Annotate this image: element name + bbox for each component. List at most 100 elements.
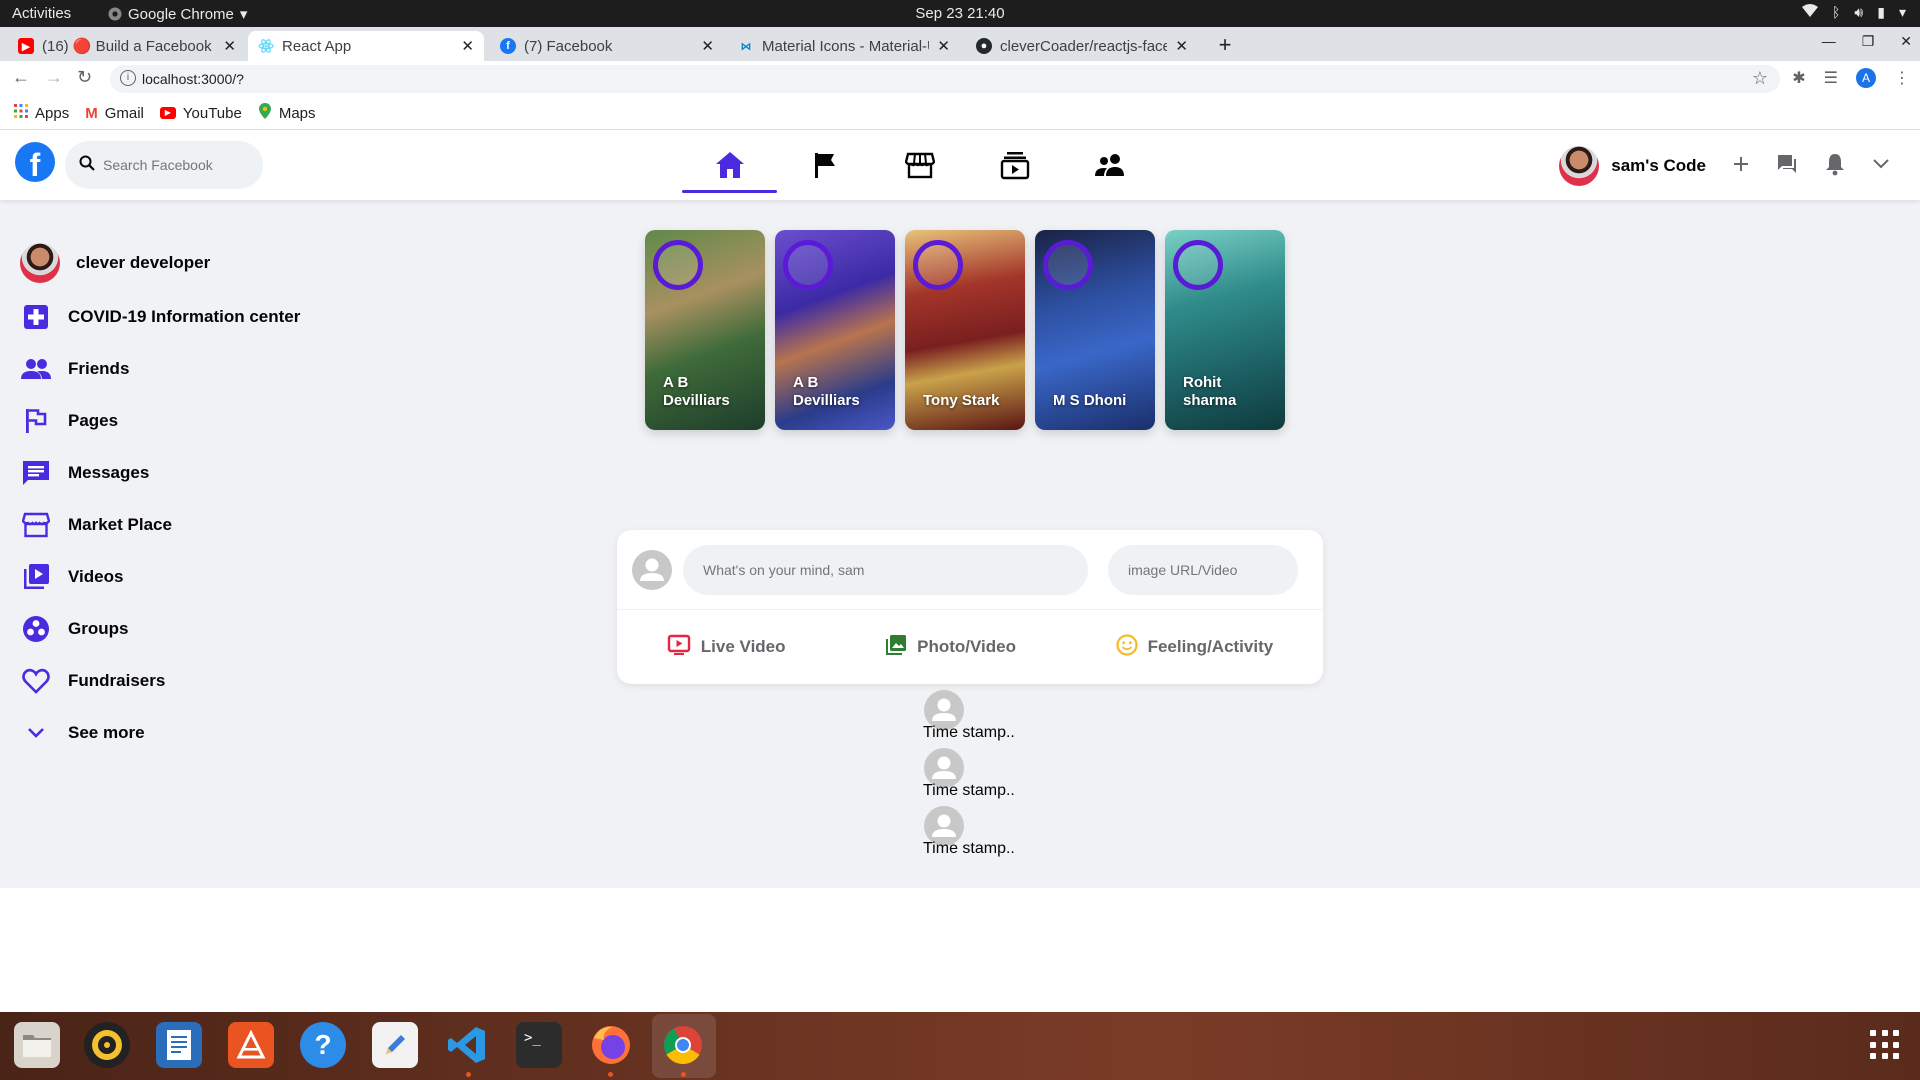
running-indicator [466, 1072, 471, 1077]
story-card[interactable]: A B Devilliars [775, 230, 895, 430]
bookmark-youtube[interactable]: ▶ YouTube [159, 105, 242, 122]
notifications-icon[interactable] [1824, 152, 1846, 181]
bookmark-star-icon[interactable]: ☆ [1752, 68, 1768, 89]
show-applications-icon[interactable] [1870, 1030, 1900, 1060]
site-info-icon[interactable]: i [120, 70, 136, 86]
close-icon[interactable]: ✕ [937, 37, 950, 55]
home-icon [715, 152, 744, 178]
sidebar-item-pages[interactable]: Pages [20, 395, 400, 447]
user-name: sam's Code [1611, 156, 1706, 175]
expand-more-icon[interactable] [1872, 157, 1890, 175]
bookmark-maps[interactable]: Maps [258, 103, 316, 123]
story-card[interactable]: A B Devilliars [645, 230, 765, 430]
close-window-icon[interactable]: ✕ [1900, 33, 1912, 50]
close-icon[interactable]: ✕ [461, 37, 474, 55]
reading-list-icon[interactable]: ☰ [1824, 68, 1838, 88]
nav-watch[interactable] [967, 130, 1062, 200]
search-bar[interactable] [65, 141, 263, 189]
nav-marketplace[interactable] [872, 130, 967, 200]
story-card[interactable]: M S Dhoni [1035, 230, 1155, 430]
tab-github[interactable]: ● cleverCoader/reactjs-face ✕ [966, 31, 1198, 61]
sidebar-item-messages[interactable]: Messages [20, 447, 400, 499]
more-vert-icon[interactable]: ⋮ [1894, 68, 1910, 88]
sidebar-item-fundraisers[interactable]: Fundraisers [20, 655, 400, 707]
vscode-icon[interactable] [444, 1022, 490, 1068]
reload-icon[interactable]: ↻ [77, 67, 92, 88]
tab-facebook[interactable]: f (7) Facebook ✕ [490, 31, 724, 61]
photo-video-button[interactable]: Photo/Video [885, 634, 1016, 661]
nav-groups[interactable] [1062, 130, 1157, 200]
terminal-icon[interactable]: >_ [516, 1022, 562, 1068]
maximize-icon[interactable]: ❐ [1862, 33, 1875, 50]
facebook-icon: f [500, 38, 516, 54]
extensions-puzzle-icon[interactable]: ✱ [1792, 68, 1805, 88]
dock: ? >_ [0, 1012, 1920, 1080]
feeling-activity-button[interactable]: Feeling/Activity [1115, 633, 1274, 661]
chrome-icon[interactable] [660, 1022, 706, 1068]
power-menu-icon: ▾ [1898, 4, 1906, 20]
tab-label: cleverCoader/reactjs-face [1000, 37, 1168, 55]
system-tray[interactable]: ᛒ 🔊︎ ▮ ▾ [1802, 4, 1906, 21]
action-label: Photo/Video [917, 637, 1016, 656]
post: Time stamp.. [923, 690, 1123, 748]
help-icon[interactable]: ? [300, 1022, 346, 1068]
sidebar-item-profile[interactable]: clever developer [20, 235, 400, 291]
tab-strip: ▶ (16) 🔴 Build a Facebook C ✕ React App … [0, 27, 1920, 61]
live-video-button[interactable]: Live Video [667, 634, 786, 661]
battery-icon: ▮ [1877, 4, 1885, 20]
firefox-icon[interactable] [588, 1022, 634, 1068]
writer-document-icon[interactable] [156, 1022, 202, 1068]
search-icon [79, 155, 95, 176]
storefront-icon [20, 509, 52, 541]
new-tab-button[interactable]: + [1212, 34, 1238, 58]
address-bar[interactable]: i localhost:3000/? ☆ [110, 65, 1780, 93]
tab-label: (16) 🔴 Build a Facebook C [42, 38, 216, 55]
sidebar-item-see-more[interactable]: See more [20, 707, 400, 759]
sidebar-item-label: COVID-19 Information center [68, 307, 301, 326]
header-right: sam's Code [1559, 146, 1890, 186]
profile-avatar[interactable]: A [1856, 68, 1876, 88]
story-card[interactable]: Tony Stark [905, 230, 1025, 430]
search-input[interactable] [103, 157, 253, 173]
sidebar-item-marketplace[interactable]: Market Place [20, 499, 400, 551]
tab-youtube[interactable]: ▶ (16) 🔴 Build a Facebook C ✕ [8, 31, 246, 61]
rhythmbox-icon[interactable] [84, 1022, 130, 1068]
user-profile[interactable]: sam's Code [1559, 146, 1706, 186]
bookmark-gmail[interactable]: M Gmail [85, 105, 144, 122]
close-icon[interactable]: ✕ [223, 37, 236, 55]
youtube-icon: ▶ [159, 107, 176, 119]
files-icon[interactable] [14, 1022, 60, 1068]
text-editor-icon[interactable] [372, 1022, 418, 1068]
status-input[interactable] [683, 545, 1088, 595]
sidebar-item-groups[interactable]: Groups [20, 603, 400, 655]
sidebar-item-videos[interactable]: Videos [20, 551, 400, 603]
close-icon[interactable]: ✕ [1175, 37, 1188, 55]
back-arrow-icon[interactable]: ← [12, 67, 30, 88]
action-label: Feeling/Activity [1147, 637, 1274, 656]
browser-toolbar: ← → ↻ i localhost:3000/? ☆ ✱ ☰ A ⋮ [0, 61, 1920, 97]
facebook-logo-icon[interactable]: f [15, 142, 55, 182]
groups-icon [20, 613, 52, 645]
story-card[interactable]: Rohit sharma [1165, 230, 1285, 430]
tab-material-icons[interactable]: ⋈ Material Icons - Material-U ✕ [728, 31, 960, 61]
story-avatar-ring [913, 240, 963, 290]
forum-icon[interactable] [1776, 153, 1798, 180]
flag-icon [20, 405, 52, 437]
sidebar-item-covid[interactable]: COVID-19 Information center [20, 291, 400, 343]
volume-icon: 🔊︎ [1854, 4, 1864, 20]
sidebar-item-friends[interactable]: Friends [20, 343, 400, 395]
nav-pages[interactable] [777, 130, 872, 200]
tab-react-app[interactable]: React App ✕ [248, 31, 484, 61]
nav-home[interactable] [682, 130, 777, 200]
software-store-icon[interactable] [228, 1022, 274, 1068]
clock[interactable]: Sep 23 21:40 [0, 5, 1920, 22]
bookmark-apps[interactable]: Apps [14, 104, 69, 122]
add-icon[interactable] [1732, 155, 1750, 178]
forward-arrow-icon[interactable]: → [45, 67, 63, 88]
feed: Time stamp.. Time stamp.. Time stamp.. [923, 690, 1123, 864]
close-icon[interactable]: ✕ [701, 37, 714, 55]
tab-label: React App [282, 37, 352, 55]
image-url-input[interactable] [1108, 545, 1298, 595]
minimize-icon[interactable]: — [1822, 33, 1836, 50]
page-viewport: f sa [0, 130, 1920, 1012]
